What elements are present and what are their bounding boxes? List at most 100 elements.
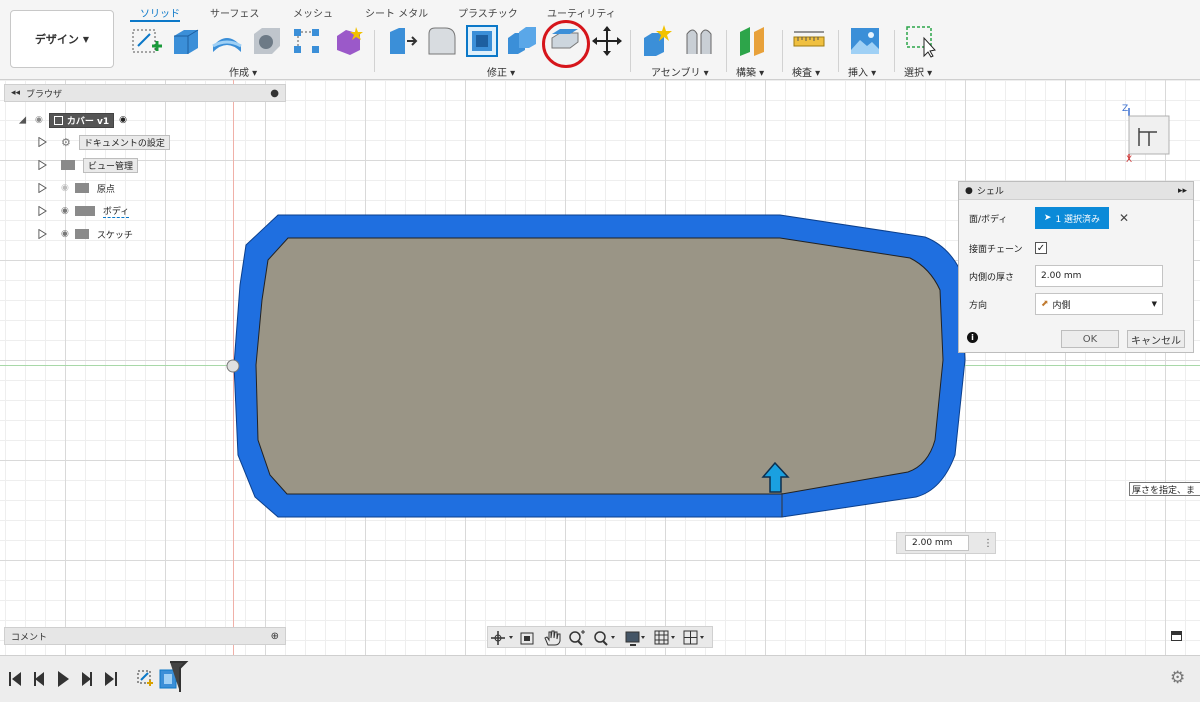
eye-icon[interactable]: ◉ [61, 229, 69, 239]
assemble-group-menu[interactable]: アセンブリ ▾ [651, 64, 709, 79]
collapsed-triangle-icon[interactable] [38, 137, 47, 147]
collapsed-triangle-icon[interactable] [38, 206, 47, 216]
info-icon[interactable]: i [967, 332, 978, 343]
inside-thickness-row: 内側の厚さ 2.00 mm [959, 262, 1193, 290]
inspect-group-menu[interactable]: 検査 ▾ [792, 64, 820, 79]
create-form-icon[interactable] [332, 24, 366, 58]
inner-face[interactable] [255, 237, 944, 495]
navigation-bar [487, 626, 713, 648]
display-settings-icon[interactable] [625, 631, 645, 646]
shell-icon[interactable] [465, 24, 499, 58]
combine-icon[interactable] [505, 24, 539, 58]
workspace-label: デザイン [34, 33, 79, 46]
tab-mesh[interactable]: メッシュ [293, 5, 333, 20]
tree-row-named-views[interactable]: ビュー管理 [38, 155, 139, 175]
select-group-menu[interactable]: 選択 ▾ [904, 64, 932, 79]
eye-icon[interactable]: ◉ [35, 115, 43, 125]
save-view-icon[interactable] [1171, 631, 1182, 641]
gear-icon[interactable]: ⚙ [1170, 668, 1185, 688]
comments-panel[interactable]: コメント ⊕ [4, 627, 286, 645]
minus-circle-icon[interactable]: ● [965, 186, 973, 196]
viewcube[interactable]: Z X [1117, 102, 1177, 162]
move-copy-icon[interactable] [590, 24, 624, 58]
modify-group-menu[interactable]: 修正 ▾ [487, 64, 515, 79]
fit-zoom-icon[interactable] [594, 631, 615, 646]
create-sketch-icon[interactable] [130, 24, 164, 58]
hole-icon[interactable] [250, 24, 284, 58]
orbit-icon[interactable] [491, 631, 513, 645]
assemble-group-label: アセンブリ [651, 68, 701, 79]
insert-image-icon[interactable] [848, 24, 882, 58]
tab-solid[interactable]: ソリッド [140, 5, 180, 20]
collapsed-triangle-icon[interactable] [38, 183, 47, 193]
tree-row-sketches[interactable]: ◉ スケッチ [38, 224, 133, 244]
collapsed-triangle-icon[interactable] [38, 160, 47, 170]
offset-plane-icon[interactable] [736, 24, 770, 58]
component-chip[interactable]: カバー v1 [48, 112, 115, 128]
chevron-down-icon: ▼ [82, 34, 90, 44]
go-to-start-icon[interactable] [9, 672, 21, 686]
inside-thickness-input[interactable]: 2.00 mm [1035, 265, 1163, 287]
tab-sheet-metal[interactable]: シート メタル [365, 5, 428, 20]
origin-point[interactable] [226, 359, 240, 373]
browser-panel: ◂◂ ブラウザ ● ◉ カバー v1 ◉ ⚙ ドキュメントの設定 ビュー管理 ◉… [4, 84, 286, 252]
shell-dialog-header[interactable]: ● シェル ▸▸ [959, 182, 1193, 200]
cancel-button[interactable]: キャンセル [1127, 330, 1185, 348]
direction-select[interactable]: ⬈ 内側 ▼ [1035, 293, 1163, 315]
grid-settings-icon[interactable] [654, 630, 675, 645]
revolve-icon[interactable] [210, 24, 244, 58]
pan-hand-icon[interactable] [544, 630, 561, 646]
press-pull-icon[interactable] [385, 24, 419, 58]
activate-radio-icon[interactable]: ◉ [119, 115, 127, 125]
joint-icon[interactable] [682, 24, 716, 58]
add-comment-icon[interactable]: ⊕ [271, 631, 279, 642]
faces-selection-button[interactable]: ➤ 1 選択済み [1035, 207, 1109, 229]
viewports-icon[interactable] [683, 630, 704, 645]
go-to-end-icon[interactable] [105, 672, 117, 686]
tree-item-label: 原点 [96, 184, 115, 195]
pattern-icon[interactable] [290, 24, 324, 58]
tangent-chain-checkbox[interactable]: ✓ [1035, 242, 1047, 254]
step-back-icon[interactable] [34, 672, 44, 686]
new-component-icon[interactable] [640, 24, 674, 58]
extrude-icon[interactable] [170, 24, 204, 58]
timeline-controls [9, 661, 189, 692]
measure-icon[interactable] [792, 24, 826, 58]
clear-selection-icon[interactable]: ✕ [1119, 211, 1129, 225]
more-options-icon[interactable]: ⋮ [983, 538, 993, 549]
select-icon[interactable] [904, 24, 938, 58]
tree-row-document-settings[interactable]: ⚙ ドキュメントの設定 [38, 132, 170, 152]
collapsed-triangle-icon[interactable] [38, 229, 47, 239]
look-at-icon[interactable] [520, 632, 534, 645]
eye-off-icon[interactable]: ◉ [61, 183, 69, 193]
tab-plastic[interactable]: プラスチック [458, 5, 518, 20]
tree-row-origin[interactable]: ◉ 原点 [38, 178, 115, 198]
browser-header[interactable]: ◂◂ ブラウザ ● [4, 84, 286, 102]
tab-surface[interactable]: サーフェス [210, 5, 259, 20]
timeline-sketch-feature-icon[interactable] [137, 670, 153, 686]
play-icon[interactable] [58, 671, 69, 687]
ok-label: OK [1082, 333, 1098, 345]
expand-arrows-icon[interactable]: ▸▸ [1178, 186, 1187, 196]
thickness-dimension-field[interactable]: 2.00 mm [905, 535, 969, 551]
ok-button[interactable]: OK [1061, 330, 1119, 348]
create-group-label: 作成 [229, 68, 249, 79]
expanded-triangle-icon[interactable] [18, 115, 27, 125]
construct-group-menu[interactable]: 構築 ▾ [736, 64, 764, 79]
insert-group-menu[interactable]: 挿入 ▾ [848, 64, 876, 79]
thickness-dimension-value: 2.00 mm [912, 538, 953, 548]
tree-root-row[interactable]: ◉ カバー v1 ◉ [18, 110, 127, 130]
fillet-icon[interactable] [425, 24, 459, 58]
minus-circle-icon[interactable]: ● [270, 88, 279, 99]
workspace-switcher[interactable]: デザイン ▼ [10, 10, 114, 68]
collapse-arrows-icon[interactable]: ◂◂ [11, 88, 20, 98]
tab-utilities[interactable]: ユーティリティ [547, 5, 616, 20]
folder-icon [61, 160, 75, 170]
eye-icon[interactable]: ◉ [61, 206, 69, 216]
step-forward-icon[interactable] [82, 672, 92, 686]
zoom-icon[interactable] [569, 630, 585, 646]
faces-row: 面/ボディ ➤ 1 選択済み ✕ [959, 204, 1193, 232]
thickness-dimension-input[interactable]: 2.00 mm ⋮ [896, 532, 996, 554]
create-group-menu[interactable]: 作成 ▾ [229, 64, 257, 79]
tree-row-bodies[interactable]: ◉ ボディ [38, 201, 130, 221]
